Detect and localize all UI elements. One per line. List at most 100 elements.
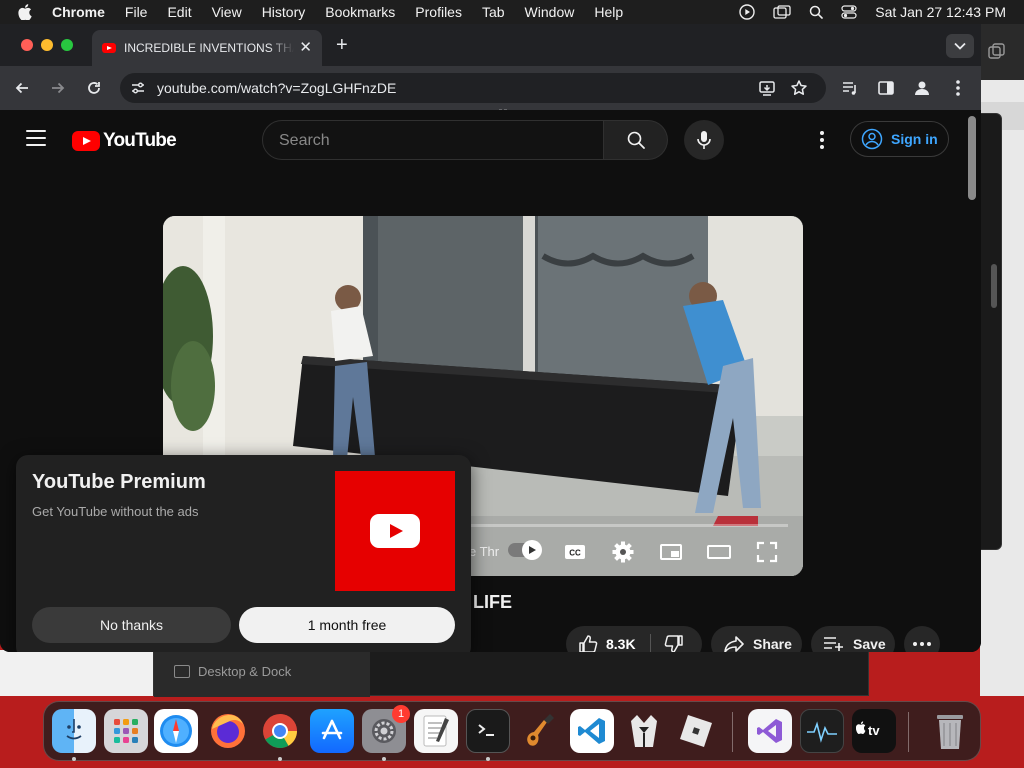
bookmark-star-icon[interactable] xyxy=(790,79,808,102)
menu-window[interactable]: Window xyxy=(525,4,575,20)
settings-button[interactable] xyxy=(611,540,635,569)
settings-item-desktop-dock[interactable]: Desktop & Dock xyxy=(198,664,291,679)
menu-file[interactable]: File xyxy=(125,4,148,20)
search-placeholder: Search xyxy=(279,132,330,149)
launchpad-icon[interactable] xyxy=(104,709,148,753)
miniplayer-button[interactable] xyxy=(659,540,683,569)
promo-title: YouTube Premium xyxy=(32,471,206,493)
firefox-icon[interactable] xyxy=(206,709,250,753)
roblox-icon[interactable] xyxy=(674,709,718,753)
new-tab-button[interactable]: + xyxy=(336,34,348,56)
garageband-icon[interactable] xyxy=(518,709,562,753)
spotlight-search-icon[interactable] xyxy=(809,5,824,19)
page-scrollbar-thumb[interactable] xyxy=(968,116,976,200)
screen-mirroring-icon[interactable] xyxy=(773,5,791,19)
vscode-icon[interactable] xyxy=(570,709,614,753)
safari-icon[interactable] xyxy=(154,709,198,753)
menubar-clock[interactable]: Sat Jan 27 12:43 PM xyxy=(875,4,1006,20)
save-button[interactable]: Save xyxy=(811,626,895,652)
terminal-icon[interactable] xyxy=(466,709,510,753)
forward-button[interactable] xyxy=(48,78,68,98)
profile-icon[interactable] xyxy=(912,78,932,103)
copy-windows-icon xyxy=(987,42,1007,67)
forward-arrow-icon xyxy=(52,82,65,94)
bartender-icon[interactable] xyxy=(622,709,666,753)
no-thanks-button[interactable]: No thanks xyxy=(32,607,231,643)
menu-help[interactable]: Help xyxy=(594,4,623,20)
back-button[interactable] xyxy=(12,78,32,98)
system-settings-window: Desktop & Dock xyxy=(153,648,869,697)
now-playing-icon[interactable] xyxy=(739,4,755,20)
menu-edit[interactable]: Edit xyxy=(167,4,191,20)
visual-studio-icon[interactable] xyxy=(748,709,792,753)
app-store-icon[interactable] xyxy=(310,709,354,753)
menu-app-name[interactable]: Chrome xyxy=(52,4,105,20)
youtube-logo-text: YouTube xyxy=(103,130,177,151)
chrome-menu-icon[interactable] xyxy=(948,78,968,103)
thumbs-up-icon xyxy=(579,635,598,652)
search-input[interactable]: Search xyxy=(262,120,604,160)
dislike-button[interactable] xyxy=(664,634,684,652)
theater-mode-icon xyxy=(707,545,731,559)
reload-icon xyxy=(88,82,100,94)
side-panel-icon[interactable] xyxy=(876,78,896,103)
terminal-running-dot xyxy=(486,757,490,761)
apple-tv-icon[interactable]: tv xyxy=(852,709,896,753)
youtube-play-icon xyxy=(370,514,420,548)
autoplay-label: e Thr xyxy=(469,544,500,559)
menu-profiles[interactable]: Profiles xyxy=(415,4,462,20)
close-window-button[interactable] xyxy=(21,39,33,51)
menu-bookmarks[interactable]: Bookmarks xyxy=(325,4,395,20)
activity-monitor-icon[interactable] xyxy=(800,709,844,753)
player-progress-bar[interactable] xyxy=(463,524,788,527)
finder-running-dot xyxy=(72,757,76,761)
system-settings-icon[interactable]: 1 xyxy=(362,705,410,753)
subtitles-button[interactable]: CC xyxy=(563,540,587,569)
share-icon xyxy=(724,636,744,652)
youtube-logo[interactable]: YouTube xyxy=(72,130,177,152)
minimize-window-button[interactable] xyxy=(41,39,53,51)
trash-icon[interactable] xyxy=(928,709,972,753)
more-actions-button[interactable] xyxy=(904,626,940,652)
voice-search-button[interactable] xyxy=(684,120,724,160)
apple-menu-icon[interactable] xyxy=(18,3,36,21)
chrome-icon[interactable] xyxy=(258,709,302,753)
tab-youtube[interactable]: INCREDIBLE INVENTIONS THAT WILL MAKE YOU… xyxy=(92,30,322,66)
site-info-icon[interactable] xyxy=(130,80,146,101)
tab-search-button[interactable] xyxy=(946,34,974,58)
month-free-button[interactable]: 1 month free xyxy=(239,607,455,643)
textedit-icon[interactable] xyxy=(414,709,458,753)
close-tab-icon[interactable]: ✕ xyxy=(299,39,312,57)
reading-list-icon[interactable] xyxy=(840,78,860,103)
share-button[interactable]: Share xyxy=(711,626,802,652)
install-app-icon[interactable] xyxy=(758,79,776,102)
save-label: Save xyxy=(853,636,886,652)
promo-subtitle: Get YouTube without the ads xyxy=(32,504,199,519)
finder-icon[interactable] xyxy=(52,709,96,753)
svg-text:CC: CC xyxy=(569,549,581,558)
menu-tab[interactable]: Tab xyxy=(482,4,505,20)
premium-promo-dialog: YouTube Premium Get YouTube without the … xyxy=(16,455,471,652)
sign-in-button[interactable]: Sign in xyxy=(850,121,949,157)
control-center-icon[interactable] xyxy=(841,5,857,19)
search-button[interactable] xyxy=(604,120,668,160)
sign-in-label: Sign in xyxy=(891,131,938,147)
like-separator xyxy=(650,634,651,652)
settings-menu-icon[interactable] xyxy=(812,130,832,150)
youtube-play-icon xyxy=(72,131,100,151)
theater-mode-button[interactable] xyxy=(707,540,731,569)
back-arrow-icon xyxy=(15,82,28,94)
autoplay-toggle[interactable] xyxy=(508,540,542,560)
tab-title: INCREDIBLE INVENTIONS THAT WILL MAKE YOU… xyxy=(124,41,294,55)
address-bar[interactable]: youtube.com/watch?v=ZogLGHFnzDE xyxy=(120,73,826,103)
fullscreen-button[interactable] xyxy=(755,540,779,569)
url-text[interactable]: youtube.com/watch?v=ZogLGHFnzDE xyxy=(157,80,396,96)
zoom-window-button[interactable] xyxy=(61,39,73,51)
menu-view[interactable]: View xyxy=(212,4,242,20)
like-button[interactable] xyxy=(578,634,598,652)
chrome-window: INCREDIBLE INVENTIONS THAT WILL MAKE YOU… xyxy=(0,24,981,652)
guide-menu-icon[interactable] xyxy=(26,130,46,151)
menu-history[interactable]: History xyxy=(262,4,306,20)
reload-button[interactable] xyxy=(84,78,104,98)
background-window-edge xyxy=(0,650,160,696)
